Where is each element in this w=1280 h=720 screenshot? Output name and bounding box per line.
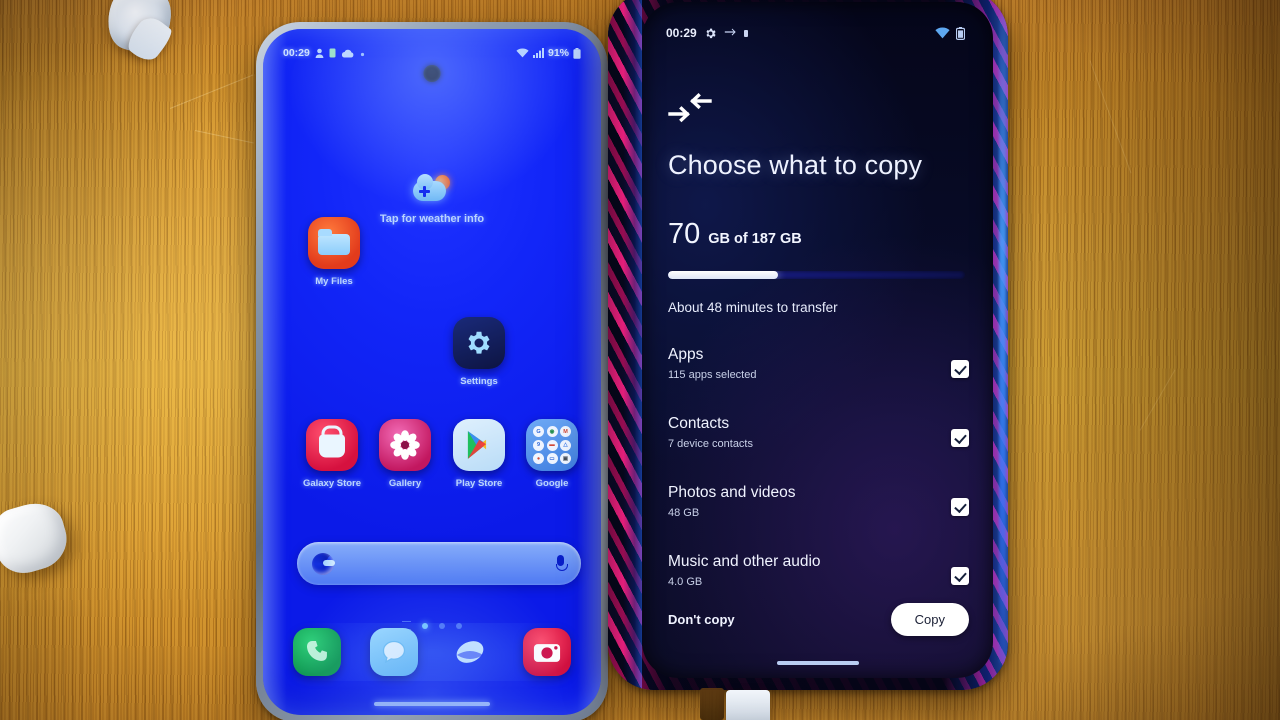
wifi-icon: [935, 27, 950, 39]
folder-icon: [308, 217, 360, 269]
transfer-eta: About 48 minutes to transfer: [668, 300, 838, 315]
app-my-files[interactable]: My Files: [299, 217, 369, 287]
right-status-time: 00:29: [666, 26, 697, 40]
desk-shadow-right: [1020, 0, 1280, 720]
microphone-icon[interactable]: [555, 554, 568, 573]
action-bar: Don't copy Copy: [668, 603, 969, 636]
google-folder-icon: G ◉ M 9 ▬ △ ● ▭ ▣: [526, 419, 578, 471]
browser-glyph: [456, 641, 484, 663]
list-item[interactable]: Contacts 7 device contacts: [668, 411, 969, 480]
play-glyph: [467, 431, 487, 459]
dock-internet-icon[interactable]: [446, 628, 494, 676]
right-phone: 00:29 Choose what to copy 70 GB of 187 G…: [608, 0, 1008, 690]
copy-items-list: Apps 115 apps selected Contacts 7 device…: [668, 342, 969, 618]
converging-arrows-icon: [668, 90, 712, 124]
app-settings[interactable]: Settings: [444, 317, 514, 387]
left-nav-bar[interactable]: [374, 702, 490, 706]
app-label: Settings: [460, 376, 498, 387]
phone-glyph: [307, 640, 328, 661]
usb-cable: [726, 690, 770, 720]
cloud-icon: [341, 49, 354, 57]
left-phone-screen: 00:29 91% Tap for weather info My Files …: [263, 29, 601, 715]
list-item[interactable]: Photos and videos 48 GB: [668, 480, 969, 549]
left-screen-glow: [263, 29, 601, 715]
app-label: Gallery: [388, 478, 422, 489]
list-item[interactable]: Apps 115 apps selected: [668, 342, 969, 411]
list-item-checkbox[interactable]: [951, 567, 969, 585]
right-phone-screen: 00:29 Choose what to copy 70 GB of 187 G…: [642, 2, 993, 678]
battery-icon: [956, 26, 965, 40]
list-item-subtitle: 4.0 GB: [668, 576, 703, 589]
app-play-store[interactable]: Play Store: [444, 419, 514, 489]
list-item-title: Contacts: [668, 415, 730, 432]
transfer-icon: [724, 28, 736, 36]
shopping-bag-icon: [306, 419, 358, 471]
dont-copy-button[interactable]: Don't copy: [668, 612, 735, 627]
app-label: My Files: [315, 276, 353, 287]
camera-glyph: [533, 644, 560, 662]
list-item-subtitle: 7 device contacts: [668, 438, 753, 451]
list-item-checkbox[interactable]: [951, 360, 969, 378]
app-gallery[interactable]: Gallery: [370, 419, 440, 489]
dock-camera-icon[interactable]: [522, 628, 571, 676]
list-item-checkbox[interactable]: [951, 498, 969, 516]
search-bar[interactable]: [297, 542, 581, 585]
dock: [279, 623, 585, 681]
phone-case-left-shade: [608, 0, 642, 690]
left-battery-percent: 91%: [547, 47, 569, 59]
transfer-size-total: GB of 187 GB: [708, 231, 802, 247]
transfer-progress-bar: [668, 271, 965, 279]
gear-icon: [453, 317, 505, 369]
copy-button[interactable]: Copy: [890, 603, 969, 636]
dock-messages-icon[interactable]: [369, 628, 418, 676]
cloud-plus-icon: [411, 174, 453, 207]
play-triangle-icon: [453, 419, 505, 471]
app-label: Galaxy Store: [302, 478, 362, 489]
left-status-time: 00:29: [283, 47, 310, 59]
gear-glyph: [468, 331, 490, 354]
wifi-icon: [516, 48, 529, 58]
dock-phone-icon[interactable]: [293, 628, 342, 676]
cable-shadow: [700, 688, 724, 720]
dot-icon: [743, 29, 748, 37]
list-item-title: Apps: [668, 346, 704, 363]
app-galaxy-store[interactable]: Galaxy Store: [297, 419, 367, 489]
transfer-size: 70 GB of 187 GB: [668, 218, 802, 251]
flower-glyph: [390, 430, 420, 460]
app-label: Play Store: [455, 478, 503, 489]
left-status-bar: 00:29 91%: [263, 43, 601, 63]
phone-case-edge-glow: [999, 16, 1006, 664]
converging-arrows-glyph: [668, 92, 712, 123]
transfer-progress-fill: [668, 271, 778, 279]
flower-icon: [379, 419, 431, 471]
screenshot-scene: 00:29 91% Tap for weather info My Files …: [0, 0, 1280, 720]
right-nav-bar[interactable]: [776, 661, 859, 665]
google-logo-icon: [312, 552, 335, 575]
list-item-checkbox[interactable]: [951, 429, 969, 447]
app-label: Google: [535, 478, 569, 489]
sim-icon: [329, 48, 336, 58]
list-item-subtitle: 48 GB: [668, 507, 700, 520]
signal-icon: [532, 48, 544, 58]
gear-icon: [706, 28, 716, 38]
list-item-subtitle: 115 apps selected: [668, 369, 757, 382]
right-status-bar: 00:29: [642, 24, 993, 42]
app-google-folder[interactable]: G ◉ M 9 ▬ △ ● ▭ ▣ Google: [517, 419, 587, 489]
page-title: Choose what to copy: [668, 150, 923, 180]
dot-icon: [360, 52, 364, 56]
list-item-title: Music and other audio: [668, 553, 821, 570]
battery-icon: [573, 47, 581, 59]
list-item-title: Photos and videos: [668, 484, 796, 501]
transfer-size-amount: 70: [668, 218, 701, 250]
left-phone: 00:29 91% Tap for weather info My Files …: [256, 22, 608, 720]
front-camera-punch-hole: [423, 65, 441, 82]
message-bubble-glyph: [382, 640, 405, 664]
person-icon: [315, 48, 324, 58]
